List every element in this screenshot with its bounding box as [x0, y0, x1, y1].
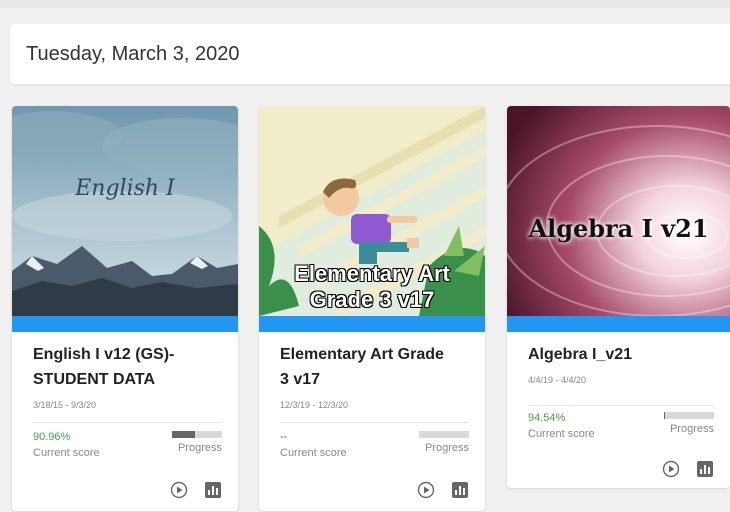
course-dates: 3/18/15 - 9/3/20: [33, 400, 97, 410]
course-image[interactable]: Elementary Art Grade 3 v17: [259, 106, 485, 316]
bar-chart-icon[interactable]: [696, 460, 714, 478]
card-accent-strip: [259, 316, 485, 332]
progress-fill: [172, 431, 195, 438]
course-title-line1: Algebra I_v21: [528, 346, 633, 363]
course-title-line2: 3 v17: [280, 371, 321, 388]
date-header: Tuesday, March 3, 2020: [10, 24, 730, 84]
bar-chart-icon[interactable]: [204, 481, 222, 499]
current-score-value: 90.96%: [33, 431, 71, 443]
course-card-english[interactable]: English I English I v12 (GS)- STUDENT DA…: [12, 106, 238, 511]
top-bar: [0, 0, 730, 8]
course-dates: 12/3/19 - 12/3/20: [280, 400, 349, 410]
swirl-image: [507, 106, 730, 316]
course-image-title: Algebra I v21: [528, 214, 709, 243]
course-title[interactable]: English I v12 (GS)- STUDENT DATA: [33, 342, 222, 392]
play-circle-icon[interactable]: [170, 481, 188, 499]
course-dates: 4/4/19 - 4/4/20: [528, 375, 587, 385]
current-score-value: 94.54%: [528, 412, 566, 424]
card-accent-strip: [12, 316, 238, 332]
course-title-line1: Elementary Art Grade: [280, 346, 444, 363]
progress-bar: [664, 412, 714, 419]
course-title[interactable]: Elementary Art Grade 3 v17: [280, 342, 469, 392]
progress-label: Progress: [177, 442, 222, 454]
progress-fill: [664, 412, 665, 419]
current-score-label: Current score: [528, 428, 595, 440]
current-score-value: --: [280, 431, 288, 443]
course-title-line2: STUDENT DATA: [33, 371, 156, 388]
course-image-title: English I: [75, 176, 175, 201]
progress-label: Progress: [669, 423, 714, 435]
current-score-label: Current score: [33, 447, 100, 459]
current-score-label: Current score: [280, 447, 347, 459]
course-image[interactable]: English I: [12, 106, 238, 316]
play-circle-icon[interactable]: [417, 481, 435, 499]
current-date: Tuesday, March 3, 2020: [26, 42, 240, 65]
mountain-image: [12, 106, 238, 316]
course-image-title-line2: Grade 3 v17: [309, 287, 435, 312]
course-title[interactable]: Algebra I_v21: [528, 342, 714, 367]
course-image-title-line1: Elementary Art: [294, 261, 450, 286]
course-card-algebra[interactable]: Algebra I v21 Algebra I_v21 4/4/19 - 4/4…: [507, 106, 730, 488]
progress-label: Progress: [424, 442, 469, 454]
progress-bar: [419, 431, 469, 438]
course-card-elementary-art[interactable]: Elementary Art Grade 3 v17 Elementary Ar…: [259, 106, 485, 511]
progress-bar: [172, 431, 222, 438]
course-title-line1: English I v12 (GS)-: [33, 346, 175, 363]
course-image[interactable]: Algebra I v21: [507, 106, 730, 316]
play-circle-icon[interactable]: [662, 460, 680, 478]
bar-chart-icon[interactable]: [451, 481, 469, 499]
card-accent-strip: [507, 316, 730, 332]
